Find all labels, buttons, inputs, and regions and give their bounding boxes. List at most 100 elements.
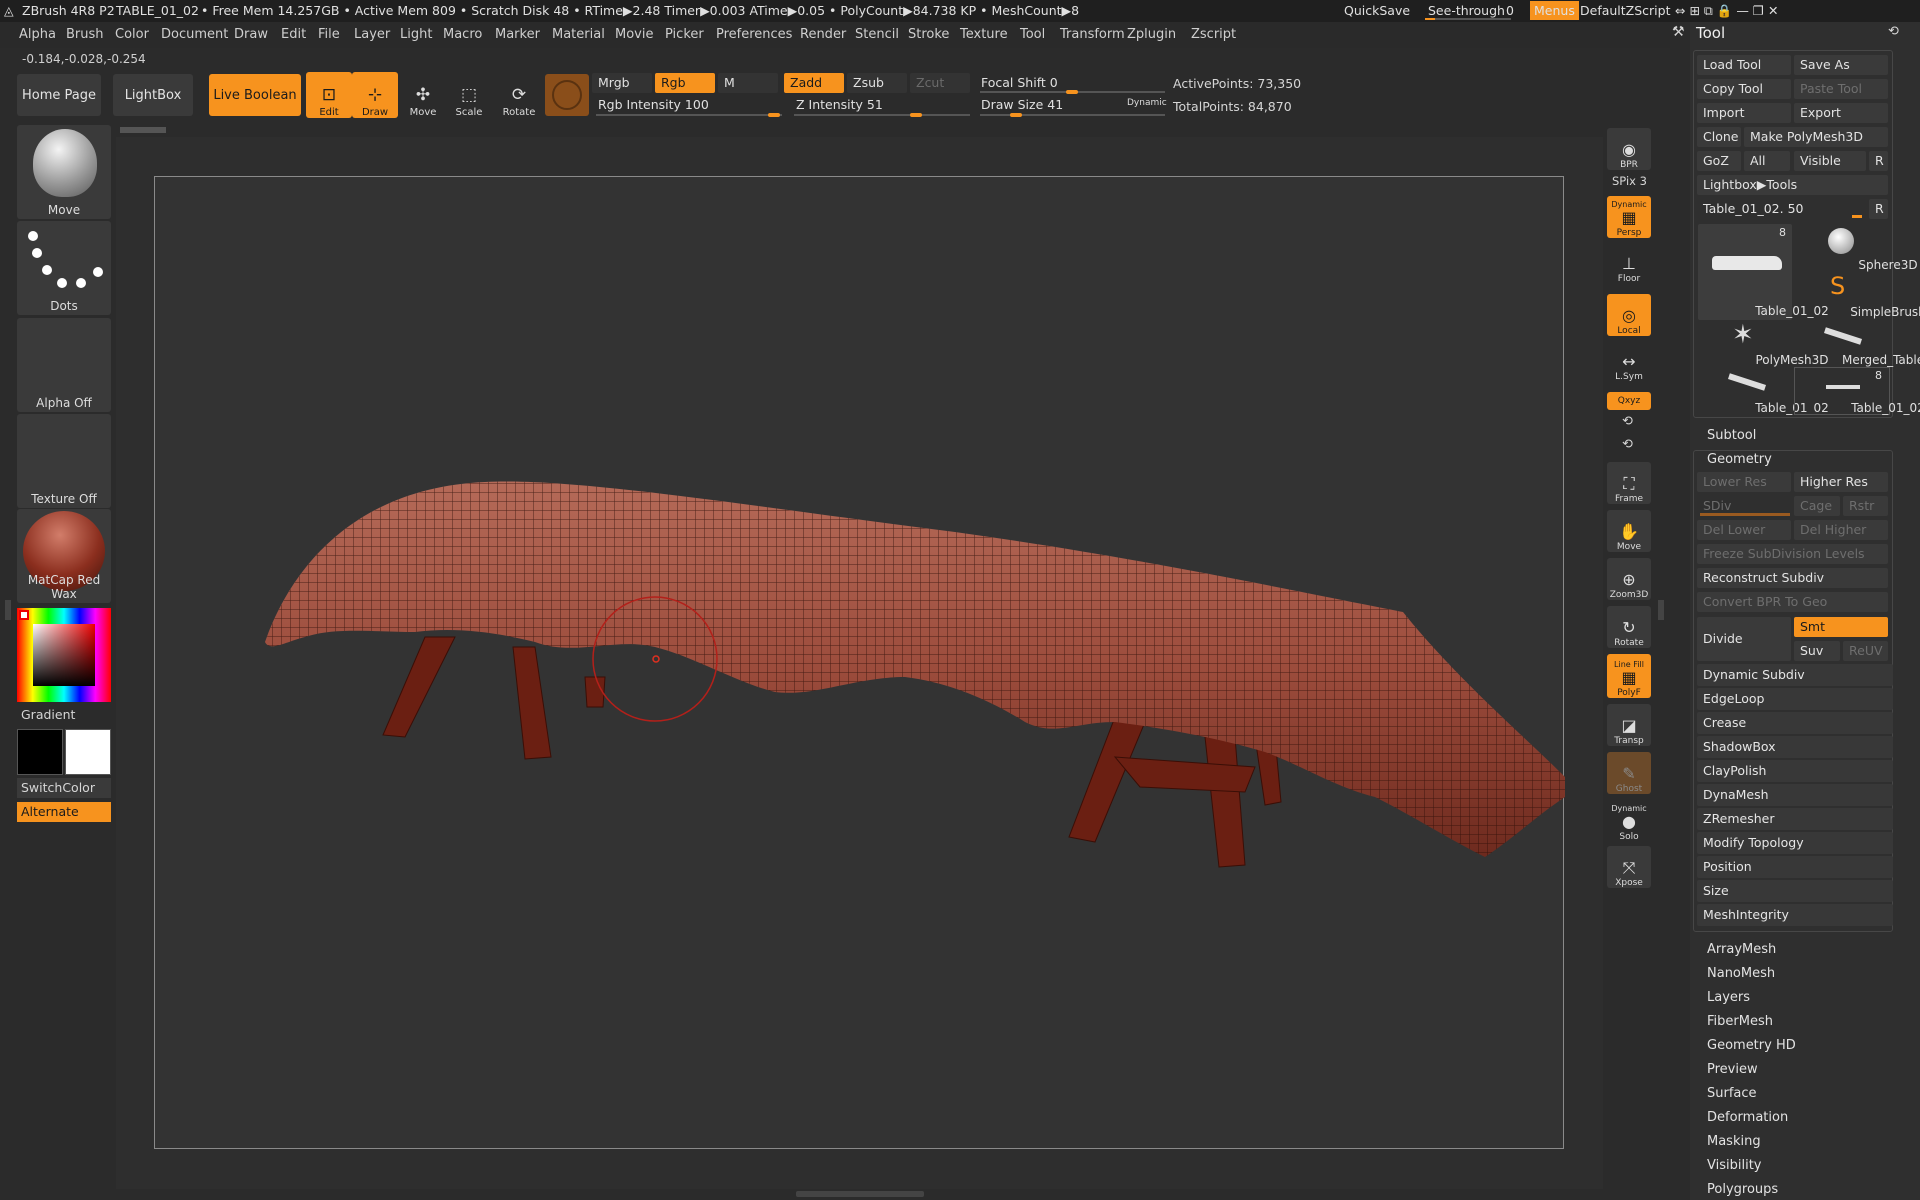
make-polymesh3d-button[interactable]: Make PolyMesh3D — [1744, 127, 1888, 147]
smt-toggle[interactable]: Smt — [1794, 617, 1888, 637]
alternate-button[interactable]: Alternate — [17, 802, 111, 822]
brush-thumbnail[interactable]: Move — [17, 125, 111, 219]
load-tool-button[interactable]: Load Tool — [1697, 55, 1791, 75]
rotate-view-button[interactable]: ↻ Rotate — [1607, 606, 1651, 648]
rotate-y-icon[interactable]: ⟲ — [1622, 414, 1633, 429]
focal-shift-knob[interactable] — [1066, 90, 1078, 94]
goz-all-button[interactable]: All — [1744, 151, 1790, 171]
switchcolor-button[interactable]: SwitchColor — [17, 778, 111, 798]
draw-size-knob[interactable] — [1010, 113, 1022, 117]
nanomesh-section[interactable]: NanoMesh — [1707, 966, 1775, 981]
tool-tile-sphere3d[interactable]: Sphere3D — [1796, 226, 1918, 272]
meshintegrity-section[interactable]: MeshIntegrity — [1697, 904, 1893, 926]
z-intensity-slider[interactable]: Z Intensity 51 — [790, 95, 970, 115]
rgb-button[interactable]: Rgb — [655, 73, 715, 93]
viewport-tab[interactable] — [120, 127, 166, 133]
stroke-thumbnail[interactable]: Dots — [17, 221, 111, 315]
menu-layer[interactable]: Layer — [354, 27, 390, 42]
del-higher-button[interactable]: Del Higher — [1794, 520, 1888, 540]
paste-tool-button[interactable]: Paste Tool — [1794, 79, 1888, 99]
frame-button[interactable]: ⛶ Frame — [1607, 462, 1651, 504]
tool-tile-table-2[interactable]: Table_01_02 — [1700, 369, 1829, 415]
ghost-button[interactable]: ✎ Ghost — [1607, 752, 1651, 794]
tool-tile-polymesh3d[interactable]: ✶ PolyMesh3D — [1700, 321, 1829, 367]
zremesher-section[interactable]: ZRemesher — [1697, 808, 1893, 830]
menu-stroke[interactable]: Stroke — [908, 27, 949, 42]
draw-mode-button[interactable]: ⊹ Draw — [352, 72, 398, 118]
deformation-section[interactable]: Deformation — [1707, 1110, 1788, 1125]
tool-tile-simplebrush[interactable]: S SimpleBrush — [1796, 273, 1920, 319]
m-button[interactable]: M — [718, 73, 778, 93]
move-mode-button[interactable]: ✣ Move — [400, 72, 446, 118]
material-thumbnail[interactable]: MatCap Red Wax — [17, 509, 111, 603]
transp-button[interactable]: ◪ Transp — [1607, 704, 1651, 746]
shadowbox-section[interactable]: ShadowBox — [1697, 736, 1893, 758]
rotate-z-icon[interactable]: ⟲ — [1622, 437, 1633, 452]
menu-edit[interactable]: Edit — [281, 27, 306, 42]
fibermesh-section[interactable]: FiberMesh — [1707, 1014, 1773, 1029]
polyf-button[interactable]: Line Fill ▦ PolyF — [1607, 654, 1651, 698]
geometry-hd-section[interactable]: Geometry HD — [1707, 1038, 1796, 1053]
menu-texture[interactable]: Texture — [960, 27, 1008, 42]
menu-alpha[interactable]: Alpha — [19, 27, 56, 42]
modify-topology-section[interactable]: Modify Topology — [1697, 832, 1893, 854]
menu-render[interactable]: Render — [800, 27, 846, 42]
higher-res-button[interactable]: Higher Res — [1794, 472, 1888, 492]
bottom-tray-handle-icon[interactable] — [796, 1191, 924, 1197]
arraymesh-section[interactable]: ArrayMesh — [1707, 942, 1776, 957]
tool-tile-merged-table[interactable]: Merged_Table_0 — [1796, 321, 1920, 367]
polygroups-section[interactable]: Polygroups — [1707, 1182, 1778, 1197]
size-section[interactable]: Size — [1697, 880, 1893, 902]
rgb-intensity-slider[interactable]: Rgb Intensity 100 — [592, 95, 782, 115]
menu-zscript[interactable]: Zscript — [1191, 27, 1236, 42]
rotate-mode-button[interactable]: ⟳ Rotate — [496, 72, 542, 118]
lightbox-tools-button[interactable]: Lightbox▶Tools — [1697, 175, 1888, 195]
layers-section[interactable]: Layers — [1707, 990, 1750, 1005]
xpose-button[interactable]: ⤧ Xpose — [1607, 846, 1651, 888]
tool-palette-title[interactable]: Tool — [1696, 24, 1725, 42]
tool-tile-table-main[interactable]: 8 Table_01_02 — [1700, 226, 1829, 318]
reconstruct-subdiv-button[interactable]: Reconstruct Subdiv — [1697, 568, 1888, 588]
document-canvas[interactable] — [154, 176, 1565, 1149]
menu-stencil[interactable]: Stencil — [855, 27, 899, 42]
draw-size-slider[interactable]: Draw Size 41 — [975, 95, 1115, 115]
import-button[interactable]: Import — [1697, 103, 1791, 123]
main-color-swatch[interactable] — [65, 729, 111, 775]
bpr-button[interactable]: ◉ BPR — [1607, 128, 1651, 170]
edit-mode-button[interactable]: ⊡ Edit — [306, 72, 352, 118]
menu-zplugin[interactable]: Zplugin — [1127, 27, 1176, 42]
save-as-button[interactable]: Save As — [1794, 55, 1888, 75]
menu-macro[interactable]: Macro — [443, 27, 482, 42]
rstr-button[interactable]: Rstr — [1843, 496, 1888, 516]
goz-visible-button[interactable]: Visible — [1794, 151, 1866, 171]
rgb-intensity-track[interactable] — [596, 114, 782, 116]
menu-transform[interactable]: Transform — [1060, 27, 1125, 42]
goz-button[interactable]: GoZ — [1697, 151, 1741, 171]
lightbox-button[interactable]: LightBox — [113, 74, 193, 116]
z-intensity-knob[interactable] — [910, 113, 922, 117]
scale-mode-button[interactable]: ⬚ Scale — [446, 72, 492, 118]
crease-section[interactable]: Crease — [1697, 712, 1893, 734]
quicksave-button[interactable]: QuickSave — [1344, 3, 1410, 18]
move-view-button[interactable]: ✋ Move — [1607, 510, 1651, 552]
dynamic-size-toggle[interactable]: Dynamic — [1127, 98, 1167, 108]
lower-res-button[interactable]: Lower Res — [1697, 472, 1791, 492]
cage-button[interactable]: Cage — [1794, 496, 1840, 516]
zsub-button[interactable]: Zsub — [847, 73, 907, 93]
solo-button[interactable]: Dynamic ● Solo — [1607, 798, 1651, 842]
default-zscript[interactable]: DefaultZScript — [1580, 3, 1671, 18]
menu-material[interactable]: Material — [552, 27, 605, 42]
current-tool-slider[interactable]: Table_01_02. 50 — [1697, 199, 1865, 219]
copy-tool-button[interactable]: Copy Tool — [1697, 79, 1791, 99]
dynamesh-section[interactable]: DynaMesh — [1697, 784, 1893, 806]
clone-button[interactable]: Clone — [1697, 127, 1741, 147]
del-lower-button[interactable]: Del Lower — [1697, 520, 1791, 540]
surface-section[interactable]: Surface — [1707, 1086, 1757, 1101]
menu-document[interactable]: Document — [161, 27, 228, 42]
gradient-label[interactable]: Gradient — [21, 707, 75, 722]
persp-button[interactable]: Dynamic ▦ Persp — [1607, 196, 1651, 238]
secondary-color-swatch[interactable] — [17, 729, 63, 775]
menu-preferences[interactable]: Preferences — [716, 27, 792, 42]
goz-r-button[interactable]: R — [1869, 151, 1888, 171]
color-picker[interactable] — [17, 608, 111, 702]
